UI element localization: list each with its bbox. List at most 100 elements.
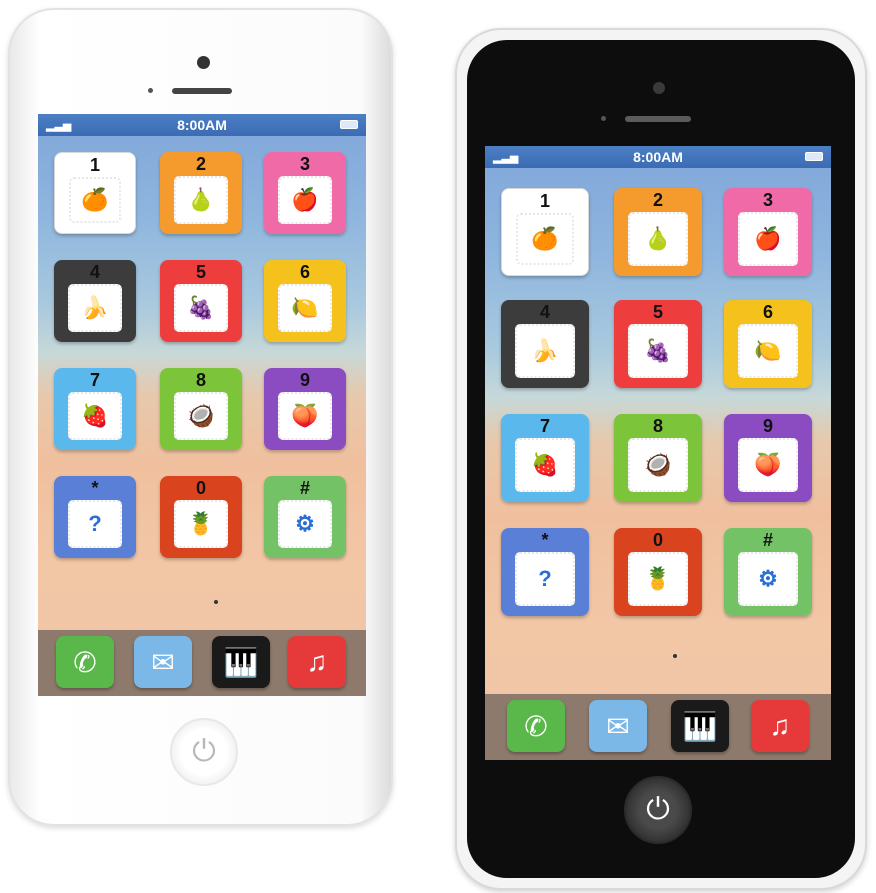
key-label: # bbox=[762, 530, 773, 550]
gear-icon: ⚙ bbox=[738, 552, 798, 606]
key-7[interactable]: 7 🍓 bbox=[54, 368, 136, 450]
pear-icon: 🍐 bbox=[174, 176, 228, 224]
key-11[interactable]: 0 🍍 bbox=[614, 528, 702, 616]
power-icon: ⏻ bbox=[192, 735, 216, 768]
battery-icon bbox=[805, 152, 823, 161]
dock: ✆ ✉ 🎹 ♫ bbox=[38, 630, 366, 696]
key-label: 7 bbox=[539, 416, 550, 436]
key-12[interactable]: # ⚙ bbox=[264, 476, 346, 558]
key-6[interactable]: 6 🍋 bbox=[724, 300, 812, 388]
strawberry-icon: 🍓 bbox=[515, 438, 575, 492]
key-label: 6 bbox=[299, 262, 310, 282]
peach-icon: 🍑 bbox=[278, 392, 332, 440]
peach-icon: 🍑 bbox=[738, 438, 798, 492]
front-camera-icon bbox=[653, 82, 665, 94]
pineapple-icon: 🍍 bbox=[628, 552, 688, 606]
key-label: 5 bbox=[195, 262, 206, 282]
earpiece-speaker-icon bbox=[172, 88, 232, 94]
key-10[interactable]: *? bbox=[54, 476, 136, 558]
phone-icon[interactable]: ✆ bbox=[56, 636, 114, 688]
home-button[interactable]: ⏻ bbox=[170, 718, 238, 786]
apple-icon: 🍎 bbox=[738, 212, 798, 266]
key-label: 8 bbox=[195, 370, 206, 390]
power-icon: ⏻ bbox=[646, 793, 670, 826]
key-7[interactable]: 7 🍓 bbox=[501, 414, 589, 502]
mail-icon[interactable]: ✉ bbox=[589, 700, 647, 752]
strawberry-icon: 🍓 bbox=[68, 392, 122, 440]
page-indicator bbox=[673, 654, 677, 658]
key-5[interactable]: 5 🍇 bbox=[160, 260, 242, 342]
dock: ✆ ✉ 🎹 ♫ bbox=[485, 694, 831, 760]
sensor-icon bbox=[148, 88, 153, 93]
screen: ▂▃▅ 8:00AM 1 🍊 2 🍐 3 🍎 4 🍌 5 🍇 6 🍋 7 🍓 8 🥥 9 🍑 *? 0 🍍 # ⚙ ✆ ✉ 🎹 ♫ bbox=[38, 114, 366, 696]
key-label: 4 bbox=[89, 262, 100, 282]
toy-phone-white: ▂▃▅ 8:00AM 1 🍊 2 🍐 3 🍎 4 🍌 5 🍇 6 🍋 7 🍓 8 🥥 9 🍑 *? 0 🍍 # ⚙ ✆ ✉ 🎹 ♫… bbox=[8, 8, 393, 826]
status-time: 8:00AM bbox=[177, 117, 227, 133]
coconut-icon: 🥥 bbox=[628, 438, 688, 492]
pear-icon: 🍐 bbox=[628, 212, 688, 266]
key-label: 4 bbox=[539, 302, 550, 322]
key-1[interactable]: 1 🍊 bbox=[54, 152, 136, 234]
key-label: 7 bbox=[89, 370, 100, 390]
front-camera-icon bbox=[197, 56, 210, 69]
phone-icon[interactable]: ✆ bbox=[507, 700, 565, 752]
orange-icon: 🍊 bbox=[516, 213, 574, 265]
lemon-icon: 🍋 bbox=[278, 284, 332, 332]
music-icon[interactable]: ♫ bbox=[288, 636, 346, 688]
music-icon[interactable]: ♫ bbox=[751, 700, 809, 752]
key-label: * bbox=[541, 530, 549, 550]
banana-icon: 🍌 bbox=[68, 284, 122, 332]
key-2[interactable]: 2 🍐 bbox=[160, 152, 242, 234]
key-3[interactable]: 3 🍎 bbox=[264, 152, 346, 234]
key-12[interactable]: # ⚙ bbox=[724, 528, 812, 616]
key-11[interactable]: 0 🍍 bbox=[160, 476, 242, 558]
orange-icon: 🍊 bbox=[69, 177, 121, 223]
key-label: 3 bbox=[299, 154, 310, 174]
status-time: 8:00AM bbox=[633, 149, 683, 165]
key-4[interactable]: 4 🍌 bbox=[501, 300, 589, 388]
key-label: 1 bbox=[89, 155, 100, 175]
key-label: 2 bbox=[652, 190, 663, 210]
key-label: * bbox=[91, 478, 99, 498]
toy-phone-black: ▂▃▅ 8:00AM 1 🍊 2 🍐 3 🍎 4 🍌 5 🍇 6 🍋 7 🍓 8 🥥 9 🍑 *? 0 🍍 # ⚙ ✆ ✉ 🎹 ♫… bbox=[455, 28, 867, 890]
question-icon: ? bbox=[68, 500, 122, 548]
gear-icon: ⚙ bbox=[278, 500, 332, 548]
key-label: 2 bbox=[195, 154, 206, 174]
lemon-icon: 🍋 bbox=[738, 324, 798, 378]
page-indicator bbox=[214, 600, 218, 604]
earpiece-speaker-icon bbox=[625, 116, 691, 122]
key-9[interactable]: 9 🍑 bbox=[724, 414, 812, 502]
piano-icon[interactable]: 🎹 bbox=[671, 700, 729, 752]
grapes-icon: 🍇 bbox=[628, 324, 688, 378]
key-label: 0 bbox=[652, 530, 663, 550]
key-4[interactable]: 4 🍌 bbox=[54, 260, 136, 342]
status-bar: ▂▃▅ 8:00AM bbox=[485, 146, 831, 168]
apple-icon: 🍎 bbox=[278, 176, 332, 224]
screen: ▂▃▅ 8:00AM 1 🍊 2 🍐 3 🍎 4 🍌 5 🍇 6 🍋 7 🍓 8 🥥 9 🍑 *? 0 🍍 # ⚙ ✆ ✉ 🎹 ♫ bbox=[485, 146, 831, 760]
key-8[interactable]: 8 🥥 bbox=[160, 368, 242, 450]
key-label: 9 bbox=[762, 416, 773, 436]
status-bar: ▂▃▅ 8:00AM bbox=[38, 114, 366, 136]
key-2[interactable]: 2 🍐 bbox=[614, 188, 702, 276]
battery-icon bbox=[340, 120, 358, 129]
question-icon: ? bbox=[515, 552, 575, 606]
key-label: # bbox=[299, 478, 310, 498]
grapes-icon: 🍇 bbox=[174, 284, 228, 332]
home-button[interactable]: ⏻ bbox=[624, 776, 692, 844]
key-label: 8 bbox=[652, 416, 663, 436]
key-label: 9 bbox=[299, 370, 310, 390]
mail-icon[interactable]: ✉ bbox=[134, 636, 192, 688]
key-10[interactable]: *? bbox=[501, 528, 589, 616]
key-1[interactable]: 1 🍊 bbox=[501, 188, 589, 276]
pineapple-icon: 🍍 bbox=[174, 500, 228, 548]
key-6[interactable]: 6 🍋 bbox=[264, 260, 346, 342]
coconut-icon: 🥥 bbox=[174, 392, 228, 440]
key-label: 0 bbox=[195, 478, 206, 498]
key-5[interactable]: 5 🍇 bbox=[614, 300, 702, 388]
key-8[interactable]: 8 🥥 bbox=[614, 414, 702, 502]
key-3[interactable]: 3 🍎 bbox=[724, 188, 812, 276]
piano-icon[interactable]: 🎹 bbox=[212, 636, 270, 688]
sensor-icon bbox=[601, 116, 606, 121]
key-label: 3 bbox=[762, 190, 773, 210]
key-9[interactable]: 9 🍑 bbox=[264, 368, 346, 450]
